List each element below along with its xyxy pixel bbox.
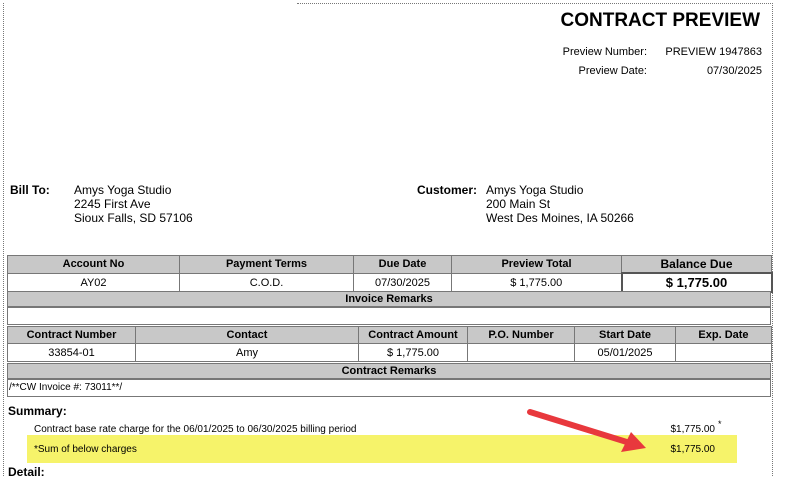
bill-to-label: Bill To: bbox=[10, 183, 50, 197]
due-date-value: 07/30/2025 bbox=[353, 272, 452, 293]
contact-value: Amy bbox=[135, 343, 359, 362]
po-number-value bbox=[467, 343, 575, 362]
page-border-right bbox=[772, 3, 773, 476]
invoice-remarks-header: Invoice Remarks bbox=[7, 291, 771, 307]
page-border-left bbox=[3, 3, 4, 476]
sum-text: *Sum of below charges bbox=[34, 444, 137, 455]
bill-to-address: Amys Yoga Studio 2245 First Ave Sioux Fa… bbox=[74, 183, 193, 225]
customer-line: 200 Main St bbox=[486, 197, 551, 211]
account-no-value: AY02 bbox=[7, 272, 180, 293]
header-due-date: Due Date bbox=[353, 255, 452, 274]
contract-table: Contract Number Contact Contract Amount … bbox=[7, 326, 772, 362]
header-contract-number: Contract Number bbox=[7, 326, 136, 344]
bill-to-line: 2245 First Ave bbox=[74, 197, 151, 211]
customer-line: West Des Moines, IA 50266 bbox=[486, 211, 634, 225]
summary-line-text: Contract base rate charge for the 06/01/… bbox=[34, 424, 357, 435]
preview-number-value: PREVIEW 1947863 bbox=[665, 46, 762, 58]
balance-due-value: $ 1,775.00 bbox=[620, 272, 773, 293]
header-start-date: Start Date bbox=[574, 326, 676, 344]
contract-remarks-header: Contract Remarks bbox=[7, 363, 771, 379]
contract-remarks-body: /**CW Invoice #: 73011**/ bbox=[7, 379, 771, 397]
header-exp-date: Exp. Date bbox=[675, 326, 772, 344]
summary-label: Summary: bbox=[8, 404, 67, 418]
header-contact: Contact bbox=[135, 326, 359, 344]
account-table-row: AY02 C.O.D. 07/30/2025 $ 1,775.00 $ 1,77… bbox=[7, 272, 773, 293]
contract-number-value: 33854-01 bbox=[7, 343, 136, 362]
account-table-header-row: Account No Payment Terms Due Date Previe… bbox=[7, 255, 772, 274]
bill-to-line: Amys Yoga Studio bbox=[74, 183, 172, 197]
header-account-no: Account No bbox=[7, 255, 180, 274]
page-title: CONTRACT PREVIEW bbox=[560, 10, 761, 31]
account-table: Account No Payment Terms Due Date Previe… bbox=[7, 255, 773, 293]
preview-date-label: Preview Date: bbox=[578, 65, 647, 77]
page-border-top bbox=[297, 3, 773, 4]
customer-address: Amys Yoga Studio 200 Main St West Des Mo… bbox=[486, 183, 634, 225]
start-date-value: 05/01/2025 bbox=[574, 343, 676, 362]
header-payment-terms: Payment Terms bbox=[179, 255, 354, 274]
contract-table-header-row: Contract Number Contact Contract Amount … bbox=[7, 326, 772, 344]
header-contract-amount: Contract Amount bbox=[358, 326, 468, 344]
payment-terms-value: C.O.D. bbox=[179, 272, 354, 293]
bill-to-line: Sioux Falls, SD 57106 bbox=[74, 211, 193, 225]
preview-number-label: Preview Number: bbox=[562, 46, 647, 58]
exp-date-value bbox=[675, 343, 772, 362]
preview-date-value: 07/30/2025 bbox=[706, 65, 762, 77]
annotation-arrow-icon bbox=[527, 409, 646, 452]
summary-line-marker: * bbox=[718, 419, 722, 429]
customer-label: Customer: bbox=[417, 183, 478, 197]
preview-total-value: $ 1,775.00 bbox=[451, 272, 622, 293]
header-po-number: P.O. Number bbox=[467, 326, 575, 344]
header-preview-total: Preview Total bbox=[451, 255, 622, 274]
invoice-remarks-body bbox=[7, 307, 771, 325]
header-balance-due: Balance Due bbox=[621, 255, 772, 274]
contract-table-row: 33854-01 Amy $ 1,775.00 05/01/2025 bbox=[7, 343, 772, 362]
customer-line: Amys Yoga Studio bbox=[486, 183, 584, 197]
contract-amount-value: $ 1,775.00 bbox=[358, 343, 468, 362]
detail-label: Detail: bbox=[8, 465, 45, 479]
